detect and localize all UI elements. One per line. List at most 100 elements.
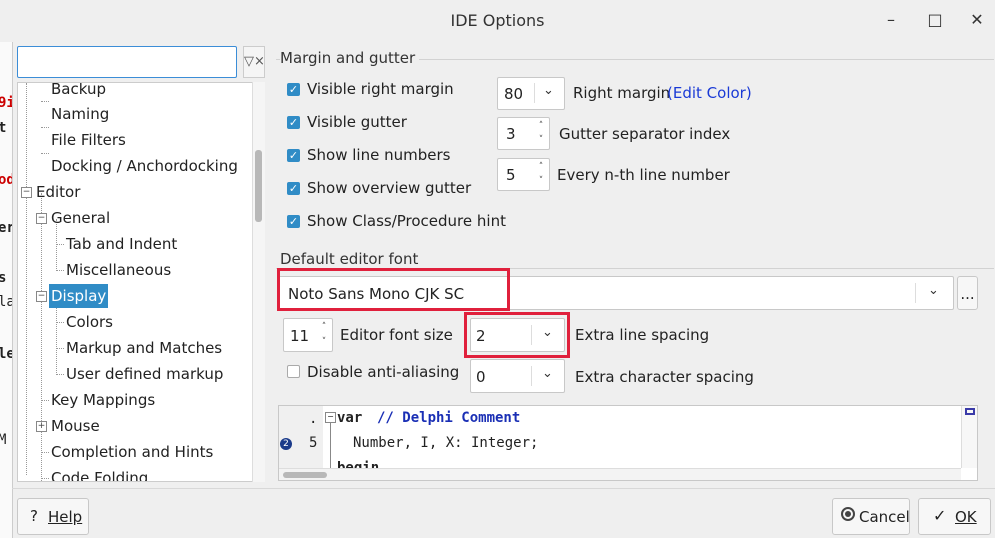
code-comment: // Delphi Comment	[377, 410, 521, 426]
tree-item-colors[interactable]: Colors	[66, 310, 113, 334]
expand-icon[interactable]: +	[36, 421, 47, 432]
right-margin-label: Right margin	[573, 84, 671, 102]
tree-line	[41, 478, 49, 479]
right-margin-value: 80	[504, 85, 524, 103]
preview-hscrollbar[interactable]	[279, 468, 961, 480]
tree-line	[56, 244, 64, 245]
minimize-icon[interactable]: –	[878, 8, 904, 32]
fold-icon[interactable]: −	[325, 412, 336, 423]
line-spacing-label: Extra line spacing	[575, 326, 710, 344]
clear-filter-button[interactable]: ▽×	[243, 46, 265, 78]
gutter-separator-spin[interactable]: 3 ˄ ˅	[497, 117, 550, 150]
tree-line	[41, 193, 42, 481]
tree-item-naming[interactable]: Naming	[51, 102, 109, 126]
tree-item-miscellaneous[interactable]: Miscellaneous	[66, 258, 171, 282]
font-size-spin[interactable]: 11 ˄ ˅	[283, 318, 333, 352]
ok-button[interactable]: ✓ OK	[918, 498, 991, 535]
tree-scrollbar[interactable]	[252, 82, 265, 482]
help-button[interactable]: ? Help	[17, 498, 89, 535]
highlight-box-font-name	[277, 268, 510, 311]
right-margin-combo[interactable]: 80 ⌄	[497, 77, 565, 110]
collapse-icon[interactable]: −	[36, 213, 47, 224]
tree-line	[26, 83, 27, 475]
tree-item-user-markup[interactable]: User defined markup	[66, 362, 223, 386]
chevron-down-icon[interactable]: ⌄	[531, 366, 553, 386]
margin-gutter-title: Margin and gutter	[280, 49, 420, 67]
bg-fragment: la	[0, 294, 12, 310]
tree-item-markup-matches[interactable]: Markup and Matches	[66, 336, 222, 360]
browse-font-button[interactable]: ...	[957, 276, 978, 310]
tree-item-key-mappings[interactable]: Key Mappings	[51, 388, 155, 412]
spin-up-icon[interactable]: ˄	[534, 120, 548, 133]
chevron-down-icon[interactable]: ⌄	[915, 283, 939, 303]
collapse-icon[interactable]: −	[21, 187, 32, 198]
tree-item-backup[interactable]: Backup	[51, 83, 106, 101]
show-line-numbers-label: Show line numbers	[307, 146, 451, 164]
bg-fragment: od	[0, 172, 12, 188]
search-input[interactable]	[22, 47, 226, 77]
search-box[interactable]	[17, 46, 237, 78]
visible-right-margin-label: Visible right margin	[307, 80, 454, 98]
overview-marker-icon	[965, 408, 975, 415]
tree-item-completion-hints[interactable]: Completion and Hints	[51, 440, 213, 464]
checkbox-visible-gutter[interactable]: ✓	[287, 116, 300, 129]
tree-item-display[interactable]: Display	[49, 284, 109, 308]
char-spacing-label: Extra character spacing	[575, 368, 754, 386]
tree-scrollbar-thumb[interactable]	[255, 150, 262, 222]
tree-item-mouse[interactable]: Mouse	[51, 414, 100, 438]
checkbox-show-overview-gutter[interactable]: ✓	[287, 182, 300, 195]
visible-gutter-label: Visible gutter	[307, 113, 407, 131]
checkbox-show-line-numbers[interactable]: ✓	[287, 149, 300, 162]
highlight-box-line-spacing	[464, 312, 570, 358]
bg-fragment: t	[0, 120, 6, 136]
spin-up-icon[interactable]: ˄	[317, 321, 331, 334]
spin-up-icon[interactable]: ˄	[534, 161, 548, 174]
tree-line	[56, 374, 64, 375]
bg-fragment: 9i	[0, 95, 12, 111]
chevron-down-icon[interactable]: ⌄	[534, 83, 554, 103]
tree-line	[41, 101, 49, 102]
options-tree[interactable]: Backup Naming File Filters Docking / Anc…	[17, 82, 265, 482]
char-spacing-value: 0	[476, 368, 486, 386]
tree-line	[56, 322, 64, 323]
gutter-separator-value: 3	[506, 125, 516, 143]
maximize-icon[interactable]: □	[922, 8, 948, 32]
tree-item-docking[interactable]: Docking / Anchordocking	[51, 154, 238, 178]
overview-gutter[interactable]	[961, 406, 977, 468]
anti-aliasing-label: Disable anti-aliasing	[307, 363, 460, 381]
editor-preview[interactable]: . 2 5 − var // Delphi Comment Number, I,…	[278, 405, 978, 481]
filter-clear-icon: ▽×	[244, 54, 265, 69]
show-overview-gutter-label: Show overview gutter	[307, 179, 472, 197]
nth-line-spin[interactable]: 5 ˄ ˅	[497, 158, 550, 191]
tree-item-editor[interactable]: Editor	[36, 180, 80, 204]
spin-down-icon[interactable]: ˅	[317, 336, 331, 349]
tree-item-file-filters[interactable]: File Filters	[51, 128, 126, 152]
bg-fragment: s	[0, 270, 6, 286]
preview-hscrollbar-thumb[interactable]	[283, 472, 327, 478]
title-bar: IDE Options – □ ✕	[0, 0, 995, 42]
tree-item-general[interactable]: General	[51, 206, 110, 230]
font-size-label: Editor font size	[340, 326, 453, 344]
gutter-separator-label: Gutter separator index	[559, 125, 731, 143]
spin-down-icon[interactable]: ˅	[534, 175, 548, 188]
collapse-icon[interactable]: −	[36, 291, 47, 302]
tree-line	[56, 270, 64, 271]
spin-down-icon[interactable]: ˅	[534, 134, 548, 147]
close-icon[interactable]: ✕	[964, 8, 990, 32]
edit-color-link[interactable]: (Edit Color)	[667, 84, 752, 102]
bg-fragment: er	[0, 220, 12, 236]
bookmark-icon: 2	[280, 438, 292, 450]
tree-item-tab-indent[interactable]: Tab and Indent	[66, 232, 177, 256]
nth-line-value: 5	[506, 166, 516, 184]
tree-line	[41, 452, 49, 453]
show-class-hint-label: Show Class/Procedure hint	[307, 212, 506, 230]
checkbox-show-class-hint[interactable]: ✓	[287, 215, 300, 228]
char-spacing-combo[interactable]: 0 ⌄	[470, 359, 565, 393]
code-keyword: var	[337, 410, 363, 426]
checkbox-disable-anti-aliasing[interactable]	[287, 365, 300, 378]
checkmark-icon: ✓	[933, 506, 947, 525]
checkbox-visible-right-margin[interactable]: ✓	[287, 83, 300, 96]
cancel-button[interactable]: Cancel	[832, 498, 910, 535]
tree-item-code-folding[interactable]: Code Folding	[51, 466, 148, 481]
panel-splitter[interactable]	[268, 42, 276, 486]
